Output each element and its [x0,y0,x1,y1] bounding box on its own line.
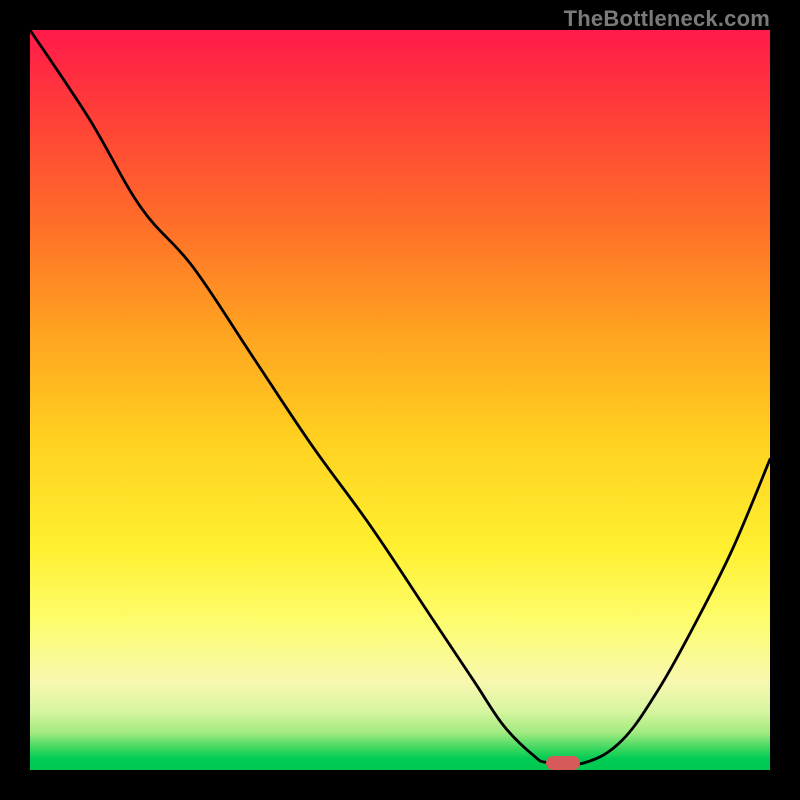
minimum-marker [546,756,580,770]
plot-area [30,30,770,770]
chart-container: TheBottleneck.com [0,0,800,800]
curve-line [30,30,770,765]
watermark-text: TheBottleneck.com [564,6,770,32]
bottleneck-curve [30,30,770,770]
